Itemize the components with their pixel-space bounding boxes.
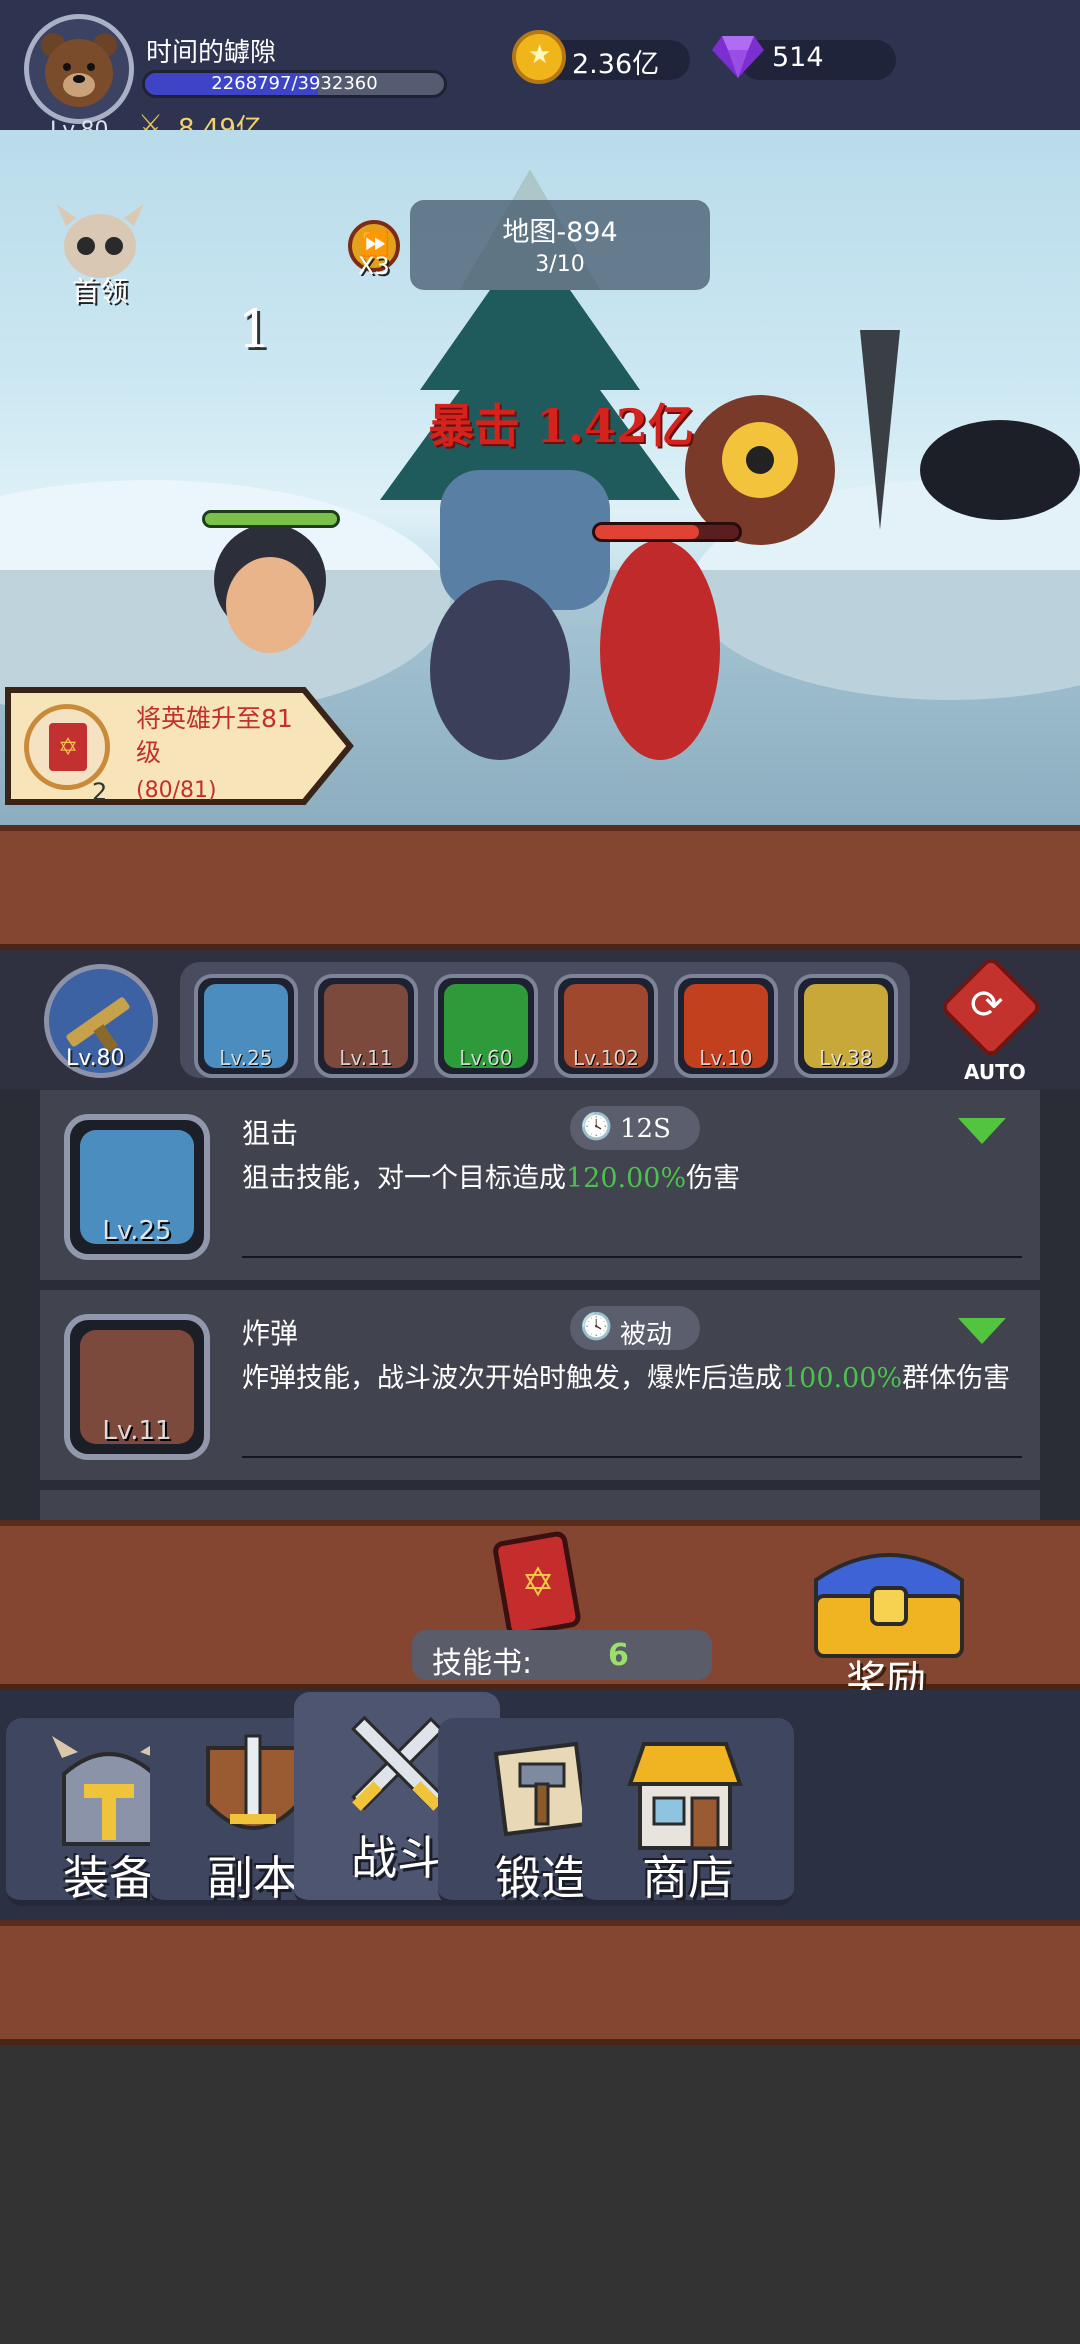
gold-coin-icon: ★ [512,30,566,84]
wave-progress: 3/10 [535,252,585,277]
skill-desc-text: 群体伤害 [902,1363,1011,1394]
skill-slot[interactable]: Lv.38 [794,974,898,1078]
skill-description: 炸弹技能，战斗波次开始时触发，爆炸后造成100.00%群体伤害 [242,1360,1022,1398]
skill-icon-frame: Lv.11 [64,1314,210,1460]
slot-level: Lv.10 [699,1046,753,1070]
chevron-down-icon[interactable] [958,1318,1006,1344]
skill-list: Lv.25 狙击 🕓 12S 狙击技能，对一个目标造成120.00%伤害 Lv.… [0,1090,1080,1520]
damage-number: 1 [238,300,272,360]
skill-slot[interactable]: Lv.25 [194,974,298,1078]
divider [242,1456,1022,1458]
skill-card-partial[interactable] [40,1490,1040,1520]
clock-icon: 🕓 [580,1112,613,1142]
skill-slot[interactable]: Lv.11 [314,974,418,1078]
gem-amount: 514 [772,42,824,73]
cooldown-value: 被动 [620,1320,673,1350]
map-title: 地图-894 [502,217,618,248]
bear-icon [41,33,117,107]
exp-text: 2268797/3932360 [211,73,378,94]
skill-name: 狙击 [242,1117,299,1150]
skill-level: Lv.11 [102,1416,172,1446]
bottom-filler [0,2045,1080,2344]
skill-cooldown: 🕓 12S [570,1106,700,1150]
weapon-level: Lv.80 [66,1046,125,1071]
skill-name: 炸弹 [242,1317,299,1350]
exp-bar: 2268797/3932360 [142,70,447,98]
game-screen: Lv.80 时间的罅隙 2268797/3932360 ⚔ 8.49亿 ★ 2.… [0,0,1080,2344]
diamond-icon [712,36,764,78]
slot-level: Lv.11 [339,1046,393,1070]
slot-level: Lv.25 [219,1046,273,1070]
slot-level: Lv.102 [573,1046,639,1070]
slot-level: Lv.60 [459,1046,513,1070]
nav-shop[interactable]: 商店 [582,1718,794,1906]
cooldown-value: 12S [620,1114,671,1144]
skill-card[interactable]: Lv.25 狙击 🕓 12S 狙击技能，对一个目标造成120.00%伤害 [40,1090,1040,1280]
skill-card[interactable]: Lv.11 炸弹 🕓 被动 炸弹技能，战斗波次开始时触发，爆炸后造成100.00… [40,1290,1040,1480]
refresh-icon: ⟳ [970,982,1004,1028]
skill-book-value: 6 [608,1638,629,1673]
quest-banner[interactable]: ✡ 2 将英雄升至81级 (80/81) [4,682,354,810]
enemy-hp-bar [592,522,742,542]
skill-strip: Lv.80 Lv.25 Lv.11 Lv.60 Lv.102 Lv.10 Lv.… [0,950,1080,1090]
boss-label: 首领 [72,275,129,308]
skill-description: 狙击技能，对一个目标造成120.00%伤害 [242,1160,1022,1198]
wood-divider [0,825,1080,950]
skill-book-label: 技能书: [432,1646,533,1681]
skill-desc-value: 100.00% [782,1363,903,1394]
skill-slot[interactable]: Lv.60 [434,974,538,1078]
skill-icon-frame: Lv.25 [64,1114,210,1260]
skill-desc-text: 伤害 [686,1163,741,1194]
player-avatar[interactable] [24,14,134,124]
auto-label: AUTO [964,1060,1026,1084]
shop-icon [627,1742,743,1850]
quest-title: 将英雄升至81级 [136,704,293,767]
divider [242,1256,1022,1258]
skill-desc-text: 炸弹技能，战斗波次开始时触发，爆炸后造成 [242,1363,782,1394]
skill-slots: Lv.25 Lv.11 Lv.60 Lv.102 Lv.10 Lv.38 [180,962,910,1078]
speed-label: X3 [358,252,390,280]
battle-scene: 首领 ⏩ X3 地图-894 3/10 1 暴击 1.42亿 ✡ 2 将英雄升至… [0,130,1080,825]
clock-icon: 🕓 [580,1312,613,1342]
slot-level: Lv.38 [819,1046,873,1070]
skill-slot[interactable]: Lv.102 [554,974,658,1078]
gold-amount: 2.36亿 [572,49,660,80]
skill-book-icon[interactable]: ✡ [490,1530,586,1640]
svg-text:✡: ✡ [58,733,78,761]
crit-damage-text: 暴击 1.42亿 [428,399,695,453]
skill-cooldown: 🕓 被动 [570,1306,700,1350]
svg-text:✡: ✡ [521,1560,555,1606]
nav-label: 商店 [642,1851,734,1905]
bottom-nav: 装备 副本 战斗 锻造 商店 [0,1690,1080,1920]
hero-hp-bar [202,510,340,528]
wood-divider [0,1920,1080,2045]
quest-progress: (80/81) [136,778,217,803]
treasure-chest-icon[interactable] [806,1540,972,1660]
hero-hp-fill [205,513,337,525]
player-name: 时间的罅隙 [146,38,277,68]
skill-slot[interactable]: Lv.10 [674,974,778,1078]
map-info: 地图-894 3/10 [410,200,710,290]
enemy-hp-fill [595,525,699,539]
skill-book-row: ✡ 技能书: 6 奖励 [0,1530,1080,1704]
quest-reward-count: 2 [92,778,108,806]
skill-level: Lv.25 [102,1216,172,1246]
skill-book-count: 技能书: 6 [412,1630,712,1681]
skill-desc-text: 狙击技能，对一个目标造成 [242,1163,566,1194]
chevron-down-icon[interactable] [958,1118,1006,1144]
skill-desc-value: 120.00% [566,1163,687,1194]
